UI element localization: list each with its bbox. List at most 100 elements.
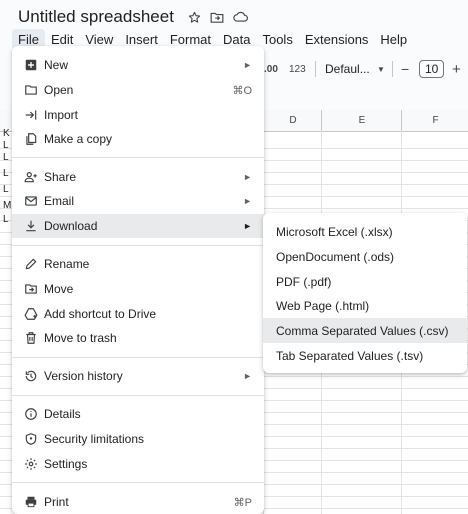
menu-divider — [12, 395, 264, 396]
trash-icon — [23, 330, 39, 346]
menu-item-download[interactable]: Download ► — [12, 214, 264, 238]
title-icons — [188, 11, 248, 24]
history-icon — [23, 368, 39, 384]
menu-item-label: Share — [44, 170, 77, 184]
menu-item-print[interactable]: Print ⌘P — [12, 490, 264, 514]
menu-item-email[interactable]: Email ► — [12, 189, 264, 213]
cell-text: L — [3, 140, 9, 151]
info-icon — [23, 406, 39, 422]
menu-divider — [12, 245, 264, 246]
menu-item-security-limitations[interactable]: Security limitations — [12, 427, 264, 451]
submenu-item-label: Microsoft Excel (.xlsx) — [276, 224, 393, 239]
font-size-field[interactable]: 10 — [419, 56, 445, 82]
menu-item-label: Security limitations — [44, 432, 145, 446]
menu-extensions[interactable]: Extensions — [299, 29, 375, 50]
menu-help[interactable]: Help — [374, 29, 413, 50]
menu-item-version-history[interactable]: Version history ► — [12, 364, 264, 388]
decrease-font-size-button[interactable]: − — [401, 56, 409, 82]
menu-item-new[interactable]: New ► — [12, 53, 264, 77]
column-header-e[interactable]: E — [321, 110, 402, 131]
cell-text: M — [3, 200, 12, 211]
submenu-arrow-icon: ► — [243, 371, 252, 381]
menu-item-label: New — [44, 58, 69, 72]
submenu-item-label: Comma Separated Values (.csv) — [276, 323, 449, 338]
printer-icon — [23, 494, 39, 510]
submenu-item-label: Web Page (.html) — [276, 298, 370, 313]
menu-item-rename[interactable]: Rename — [12, 252, 264, 276]
menu-divider — [12, 157, 264, 158]
folder-icon — [23, 82, 39, 98]
move-to-folder-icon[interactable] — [210, 11, 224, 24]
toolbar-divider — [392, 61, 393, 77]
document-title[interactable]: Untitled spreadsheet — [18, 7, 174, 27]
shield-icon — [23, 431, 39, 447]
menu-item-share[interactable]: Share ► — [12, 165, 264, 189]
add-box-icon — [23, 57, 39, 73]
download-pdf[interactable]: PDF (.pdf) — [263, 269, 467, 294]
menu-item-details[interactable]: Details — [12, 402, 264, 426]
font-family-dropdown-icon[interactable]: ▼ — [377, 56, 385, 82]
download-html[interactable]: Web Page (.html) — [263, 293, 467, 318]
menu-item-label: Move — [44, 282, 74, 296]
submenu-arrow-icon: ► — [243, 172, 252, 182]
menu-item-label: Download — [44, 219, 98, 233]
submenu-arrow-icon: ► — [243, 60, 252, 70]
file-menu: New ► Open ⌘O Import Make a copy Share ►… — [12, 46, 264, 514]
download-csv[interactable]: Comma Separated Values (.csv) — [263, 318, 467, 343]
menu-item-settings[interactable]: Settings — [12, 452, 264, 476]
menu-item-label: Details — [44, 407, 81, 421]
menu-item-move[interactable]: Move — [12, 277, 264, 301]
menu-divider — [12, 357, 264, 358]
menu-item-label: Email — [44, 194, 75, 208]
shortcut-text: ⌘O — [232, 84, 252, 97]
menu-item-import[interactable]: Import — [12, 103, 264, 127]
download-ods[interactable]: OpenDocument (.ods) — [263, 244, 467, 269]
menu-item-label: Settings — [44, 457, 88, 471]
number-format-button[interactable]: 123 — [289, 56, 306, 82]
submenu-item-label: PDF (.pdf) — [276, 274, 332, 289]
menu-item-label: Print — [44, 495, 69, 509]
cell-text: K — [3, 128, 10, 139]
import-arrow-icon — [23, 107, 39, 123]
increase-decimal-button[interactable]: .00 — [264, 56, 278, 82]
submenu-arrow-icon: ► — [243, 196, 252, 206]
mail-icon — [23, 193, 39, 209]
menu-item-move-to-trash[interactable]: Move to trash — [12, 326, 264, 350]
menu-item-add-shortcut[interactable]: Add shortcut to Drive — [12, 302, 264, 326]
increase-font-size-button[interactable]: + — [452, 56, 461, 82]
pencil-icon — [23, 256, 39, 272]
menu-item-open[interactable]: Open ⌘O — [12, 78, 264, 102]
menu-item-label: Rename — [44, 257, 90, 271]
menu-item-label: Add shortcut to Drive — [44, 307, 157, 321]
download-xlsx[interactable]: Microsoft Excel (.xlsx) — [263, 219, 467, 244]
column-header-f[interactable]: F — [401, 110, 468, 131]
menu-item-make-a-copy[interactable]: Make a copy — [12, 127, 264, 151]
cell-text: L — [3, 214, 9, 225]
download-submenu: Microsoft Excel (.xlsx) OpenDocument (.o… — [263, 213, 467, 373]
submenu-item-label: Tab Separated Values (.tsv) — [276, 348, 424, 363]
move-folder-icon — [23, 281, 39, 297]
cell-text: L — [3, 184, 9, 195]
font-family-select[interactable]: Defaul... — [325, 56, 370, 82]
toolbar-divider — [315, 61, 316, 77]
title-row: Untitled spreadsheet — [18, 6, 248, 28]
drive-shortcut-icon — [23, 306, 39, 322]
menu-item-label: Move to trash — [44, 331, 117, 345]
menu-item-label: Open — [44, 83, 74, 97]
share-person-icon — [23, 169, 39, 185]
shortcut-text: ⌘P — [233, 496, 252, 509]
download-icon — [23, 218, 39, 234]
download-tsv[interactable]: Tab Separated Values (.tsv) — [263, 343, 467, 368]
menu-item-label: Make a copy — [44, 132, 113, 146]
menu-item-label: Import — [44, 108, 79, 122]
cell-text: L — [3, 152, 9, 163]
gear-icon — [23, 456, 39, 472]
font-size-value[interactable]: 10 — [419, 60, 445, 78]
submenu-arrow-icon: ► — [243, 221, 252, 231]
column-header-d[interactable]: D — [263, 110, 322, 131]
menu-item-label: Version history — [44, 369, 123, 383]
star-icon[interactable] — [188, 11, 201, 24]
menu-tools[interactable]: Tools — [256, 29, 298, 50]
submenu-item-label: OpenDocument (.ods) — [276, 249, 395, 264]
cloud-status-icon[interactable] — [233, 11, 248, 23]
